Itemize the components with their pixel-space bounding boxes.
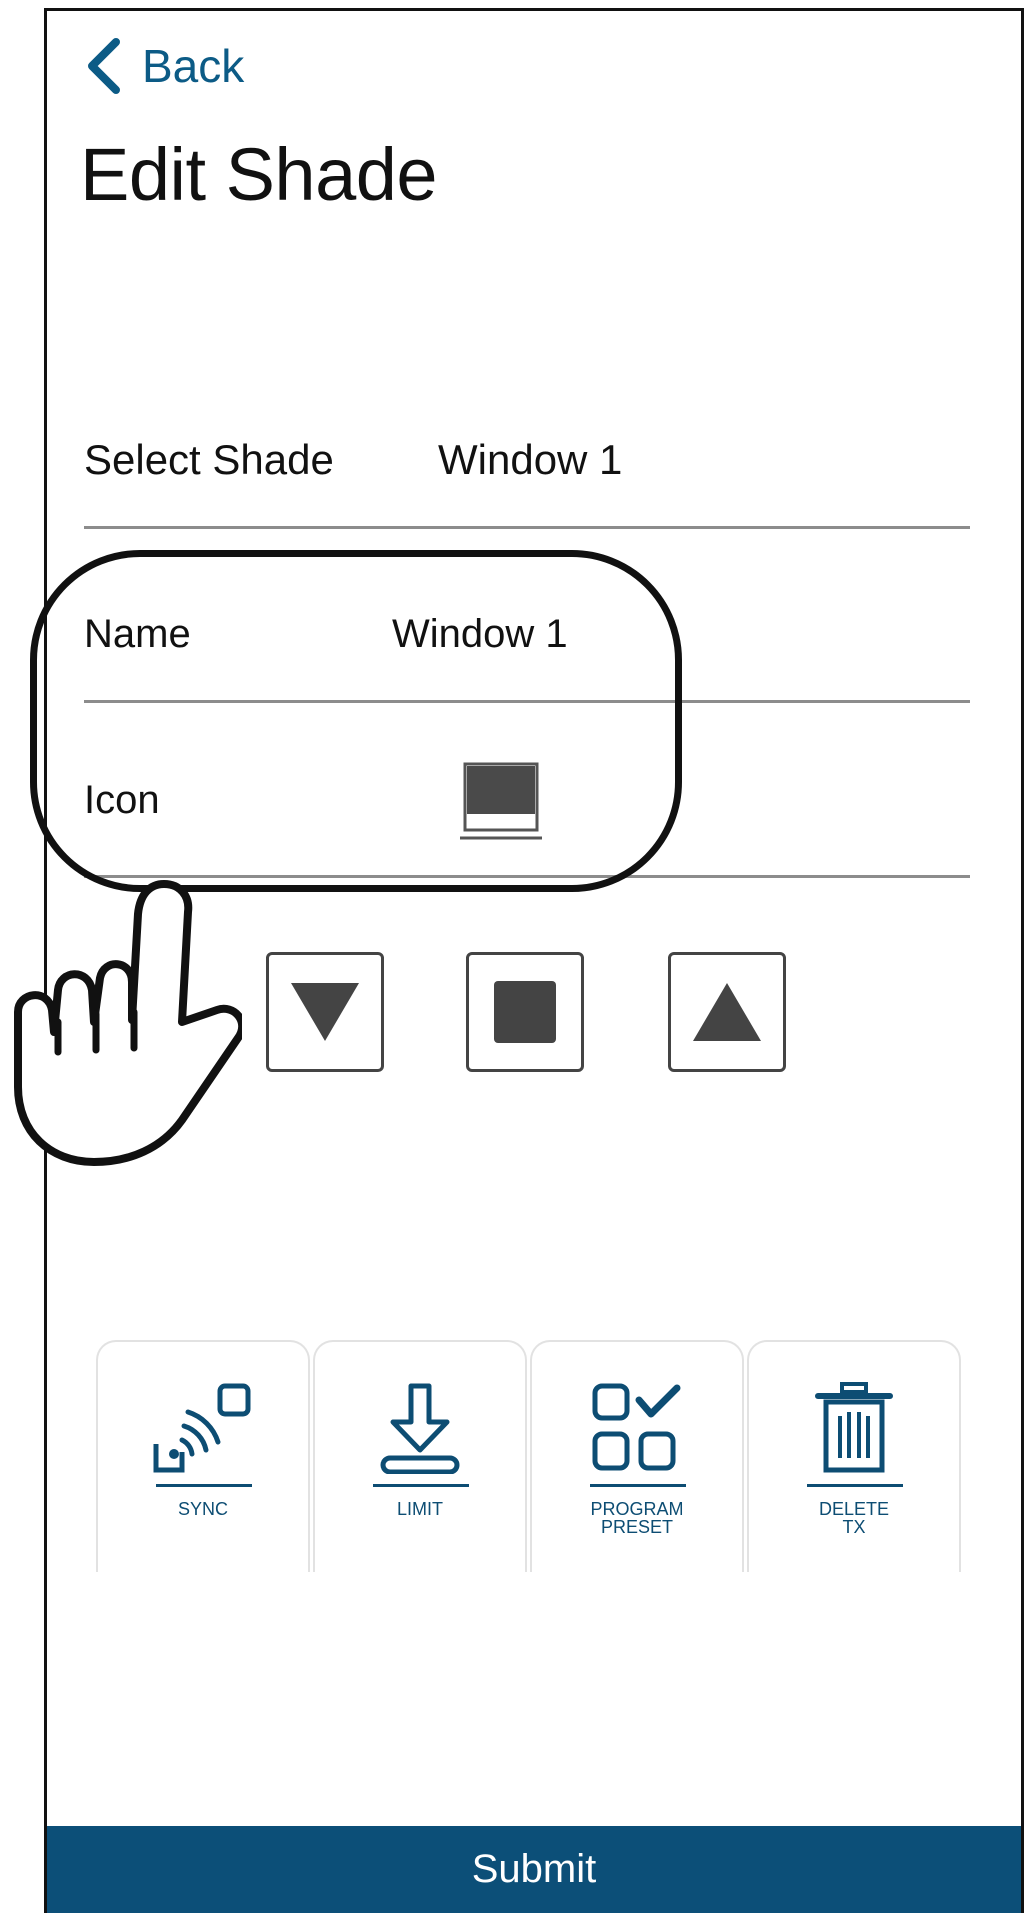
tile-underline [807,1484,903,1487]
square-stop-icon [494,981,556,1043]
program-preset-button[interactable]: PROGRAM PRESET [530,1340,744,1572]
select-shade-label: Select Shade [84,436,334,483]
pointing-hand-icon [14,880,242,1166]
limit-icon [380,1383,460,1474]
select-shade-value[interactable]: Window 1 [438,436,622,484]
tile-underline [156,1484,252,1487]
limit-button[interactable]: LIMIT [313,1340,527,1572]
program-preset-icon [592,1383,681,1471]
chevron-left-icon [88,38,120,94]
divider [84,526,970,529]
trash-icon [815,1382,893,1473]
delete-tx-label: DELETE TX [818,1499,890,1537]
sync-icon [153,1383,251,1473]
tile-underline [590,1484,686,1487]
up-button[interactable] [668,952,786,1072]
submit-button[interactable]: Submit [47,1826,1021,1913]
triangle-up-icon [693,983,761,1041]
program-preset-label: PROGRAM PRESET [590,1499,684,1537]
back-button[interactable]: Back [84,32,244,100]
sync-button[interactable]: SYNC [96,1340,310,1572]
sync-label: SYNC [177,1499,228,1519]
select-shade-row[interactable]: Select Shade Window 1 [84,430,970,490]
down-button[interactable] [266,952,384,1072]
back-label: Back [142,40,245,92]
tile-underline [373,1484,469,1487]
stop-button[interactable] [466,952,584,1072]
highlight-outline [30,550,682,892]
page-title: Edit Shade [80,133,438,216]
triangle-down-icon [291,983,359,1041]
delete-tx-button[interactable]: DELETE TX [747,1340,961,1572]
limit-label: LIMIT [396,1499,443,1519]
